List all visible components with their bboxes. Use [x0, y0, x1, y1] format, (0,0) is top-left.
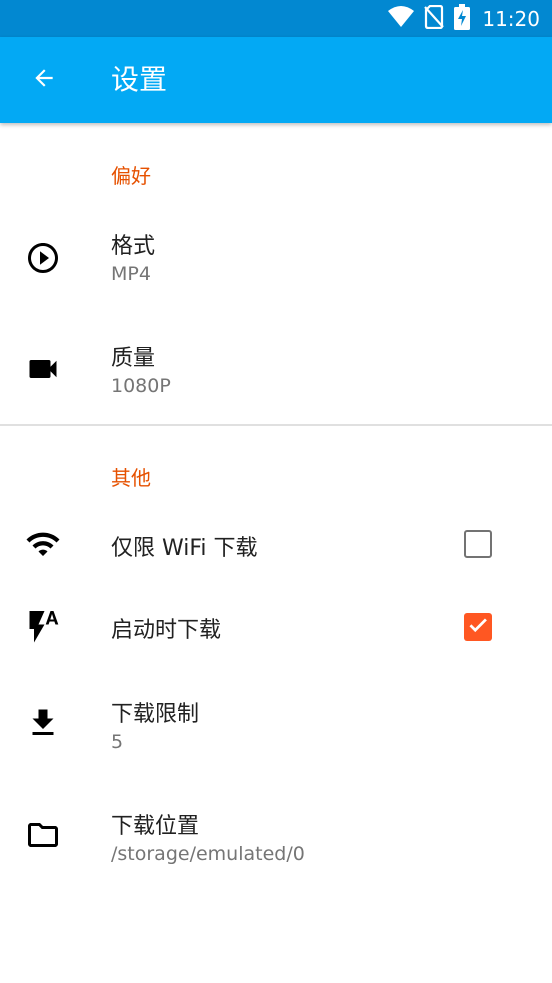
page-title: 设置 [111, 63, 168, 96]
no-sim-icon [424, 4, 445, 33]
setting-download-on-start[interactable]: 启动时下载 [0, 590, 552, 664]
setting-wifi-only[interactable]: 仅限 WiFi 下载 [0, 508, 552, 582]
check-icon [467, 614, 489, 640]
flash-auto-icon [24, 607, 62, 645]
status-bar: 11:20 [0, 0, 552, 37]
setting-quality-title: 质量 [111, 346, 156, 371]
setting-download-limit[interactable]: 下载限制 5 [0, 678, 552, 774]
battery-charging-icon [454, 3, 471, 34]
back-button[interactable] [22, 58, 66, 102]
setting-download-location-value: /storage/emulated/0 [111, 843, 305, 865]
app-bar: 设置 [0, 37, 552, 123]
setting-download-limit-title: 下载限制 [111, 702, 200, 727]
section-header-other: 其他 [111, 466, 151, 490]
status-icons: 11:20 [388, 0, 540, 37]
wifi-signal-icon [388, 5, 415, 32]
videocam-icon [24, 350, 62, 388]
setting-format-value: MP4 [111, 263, 151, 285]
arrow-back-icon [31, 65, 57, 95]
setting-download-location[interactable]: 下载位置 /storage/emulated/0 [0, 790, 552, 886]
setting-download-limit-value: 5 [111, 731, 124, 753]
folder-icon [24, 816, 62, 854]
status-time: 11:20 [482, 6, 540, 31]
wifi-icon [24, 525, 62, 563]
wifi-only-checkbox[interactable] [464, 530, 492, 558]
setting-wifi-only-title: 仅限 WiFi 下载 [111, 536, 258, 561]
play-circle-icon [24, 239, 62, 277]
section-header-preferences: 偏好 [111, 164, 151, 188]
setting-format-title: 格式 [111, 234, 156, 259]
setting-download-on-start-title: 启动时下载 [111, 618, 222, 643]
setting-download-location-title: 下载位置 [111, 814, 200, 839]
setting-quality-value: 1080P [111, 375, 171, 397]
setting-format[interactable]: 格式 MP4 [0, 210, 552, 306]
download-icon [24, 704, 62, 742]
download-on-start-checkbox[interactable] [464, 613, 492, 641]
section-divider [0, 424, 552, 426]
setting-quality[interactable]: 质量 1080P [0, 322, 552, 418]
